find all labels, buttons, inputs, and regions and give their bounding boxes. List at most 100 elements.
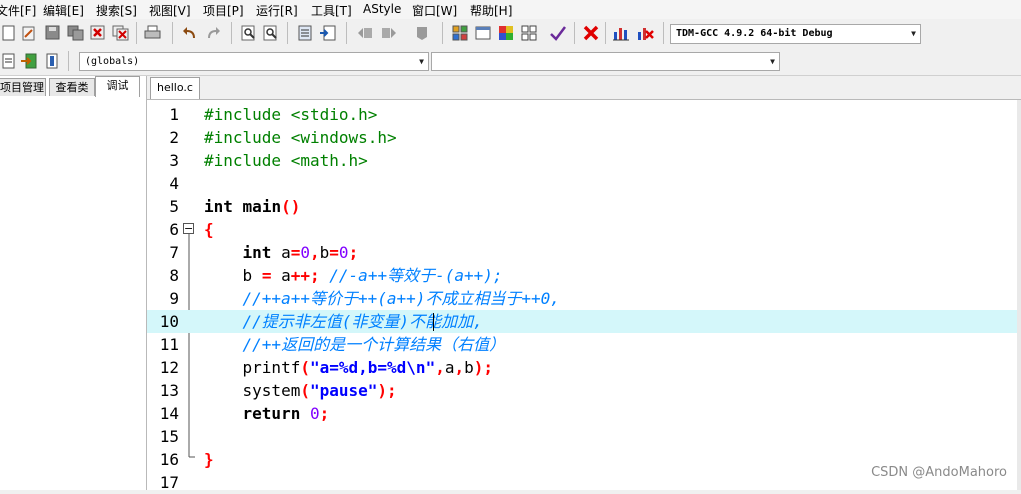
delete-profile-icon[interactable] — [636, 24, 654, 42]
menu-project[interactable]: 项目[P] — [203, 2, 244, 19]
insert-icon[interactable] — [0, 52, 18, 70]
operator: ( — [300, 381, 310, 400]
menu-search[interactable]: 搜索[S] — [96, 2, 137, 19]
operator: , — [310, 243, 320, 262]
undo-icon[interactable] — [181, 24, 199, 42]
left-panel — [0, 76, 147, 490]
code-text: printf("a=%d,b=%d\n",a,b); — [204, 356, 494, 379]
operator: ); — [473, 358, 494, 377]
menu-run[interactable]: 运行[R] — [256, 2, 298, 19]
colors-icon[interactable] — [497, 24, 515, 42]
toolbar-separator — [172, 22, 173, 44]
comment: //++返回的是一个计算结果（右值） — [242, 335, 506, 354]
unindent-icon[interactable] — [380, 24, 398, 42]
line-number: 4 — [169, 174, 179, 193]
code-text: } — [204, 448, 214, 471]
identifier: a — [281, 266, 291, 285]
code-text: #include <math.h> — [204, 149, 368, 172]
line-number: 13 — [159, 381, 179, 400]
operator: = — [290, 243, 301, 262]
line-number: 8 — [169, 266, 179, 285]
vertical-scrollbar[interactable] — [1017, 100, 1021, 490]
save-icon[interactable] — [44, 24, 62, 42]
compiler-select-value: TDM-GCC 4.9.2 64-bit Debug — [676, 28, 833, 39]
goto-line-icon[interactable] — [20, 52, 38, 70]
code-text: #include <windows.h> — [204, 126, 397, 149]
code-line-2: 2 #include <windows.h> — [147, 126, 1021, 149]
code-line-15: 15 — [147, 425, 1021, 448]
string-literal: "pause" — [309, 381, 378, 400]
menu-view[interactable]: 视图[V] — [149, 2, 191, 19]
menu-edit[interactable]: 编辑[E] — [43, 2, 84, 19]
code-line-8: 8 b = a++; //-a++等效于-(a++); — [147, 264, 1021, 287]
tile-icon[interactable] — [520, 24, 538, 42]
replace-icon[interactable] — [262, 24, 280, 42]
close-all-icon[interactable] — [112, 24, 130, 42]
operator: , — [435, 358, 445, 377]
save-all-icon[interactable] — [67, 24, 85, 42]
check-syntax-icon[interactable] — [549, 24, 567, 42]
toolbar-separator — [442, 22, 443, 44]
print-icon[interactable] — [144, 24, 162, 42]
code-text: return 0; — [204, 402, 330, 425]
tab-class-browser[interactable]: 查看类 — [49, 78, 95, 96]
menu-help[interactable]: 帮助[H] — [470, 2, 512, 19]
line-number: 12 — [159, 358, 179, 377]
identifier: b — [464, 358, 474, 377]
tab-project-manager[interactable]: 项目管理 — [0, 78, 46, 96]
member-select[interactable]: ▼ — [431, 52, 780, 71]
open-file-icon[interactable] — [20, 24, 38, 42]
grid-view-icon[interactable] — [451, 24, 469, 42]
number: 0 — [338, 243, 349, 262]
bookmark-icon[interactable] — [43, 52, 61, 70]
compiler-select[interactable]: TDM-GCC 4.9.2 64-bit Debug ▼ — [670, 24, 921, 44]
operator: ; — [348, 243, 359, 262]
parens: () — [281, 197, 301, 216]
profile-chart-icon[interactable] — [612, 24, 630, 42]
menu-astyle[interactable]: AStyle — [363, 2, 401, 16]
open-brace: { — [204, 220, 214, 239]
operator: ); — [377, 381, 397, 400]
include-header: <windows.h> — [290, 128, 397, 147]
tab-hello-c[interactable]: hello.c — [150, 77, 200, 99]
code-line-3: 3 #include <math.h> — [147, 149, 1021, 172]
preprocessor-directive: #include — [204, 128, 282, 147]
main-toolbar: TDM-GCC 4.9.2 64-bit Debug ▼ — [0, 19, 1021, 49]
comment-toggle-icon[interactable] — [413, 24, 431, 42]
identifier: b — [319, 243, 330, 262]
tab-debug[interactable]: 调试 — [95, 76, 140, 97]
operator: , — [454, 358, 465, 377]
window-icon[interactable] — [474, 24, 492, 42]
code-line-7: 7 int a=0,b=0; — [147, 241, 1021, 264]
scope-select[interactable]: (globals) ▼ — [79, 52, 429, 71]
toolbar-separator — [663, 22, 664, 44]
find-icon[interactable] — [240, 24, 258, 42]
toolbar-separator — [605, 22, 606, 44]
editor-tab-bar: hello.c — [147, 76, 1021, 100]
code-text: //++a++等价于++(a++)不成立相当于++0, — [204, 287, 560, 310]
code-line-6: 6 { — [147, 218, 1021, 241]
line-number: 1 — [169, 105, 179, 124]
close-file-icon[interactable] — [89, 24, 107, 42]
menu-tools[interactable]: 工具[T] — [311, 2, 352, 19]
line-number: 10 — [159, 312, 179, 331]
function-name: main — [242, 197, 282, 216]
chevron-down-icon: ▼ — [770, 57, 775, 66]
new-file-icon[interactable] — [0, 24, 18, 42]
scope-select-value: (globals) — [85, 56, 140, 67]
menu-file[interactable]: 文件[F] — [0, 2, 36, 19]
code-text: //提示非左值(非变量)不能加加, — [204, 310, 483, 333]
code-text: system("pause"); — [204, 379, 397, 402]
toggle-bookmark-icon[interactable] — [296, 24, 314, 42]
menu-window[interactable]: 窗口[W] — [412, 2, 457, 19]
goto-bookmark-icon[interactable] — [319, 24, 337, 42]
line-number: 16 — [159, 450, 179, 469]
code-text: { — [204, 218, 214, 241]
chevron-down-icon: ▼ — [911, 29, 916, 38]
toolbar-separator — [231, 22, 232, 44]
indent-icon[interactable] — [356, 24, 374, 42]
code-editor[interactable]: − 1 #include <stdio.h> 2 #include <windo… — [147, 100, 1021, 492]
stop-icon[interactable] — [582, 24, 600, 42]
redo-icon[interactable] — [204, 24, 222, 42]
line-number: 15 — [159, 427, 179, 446]
